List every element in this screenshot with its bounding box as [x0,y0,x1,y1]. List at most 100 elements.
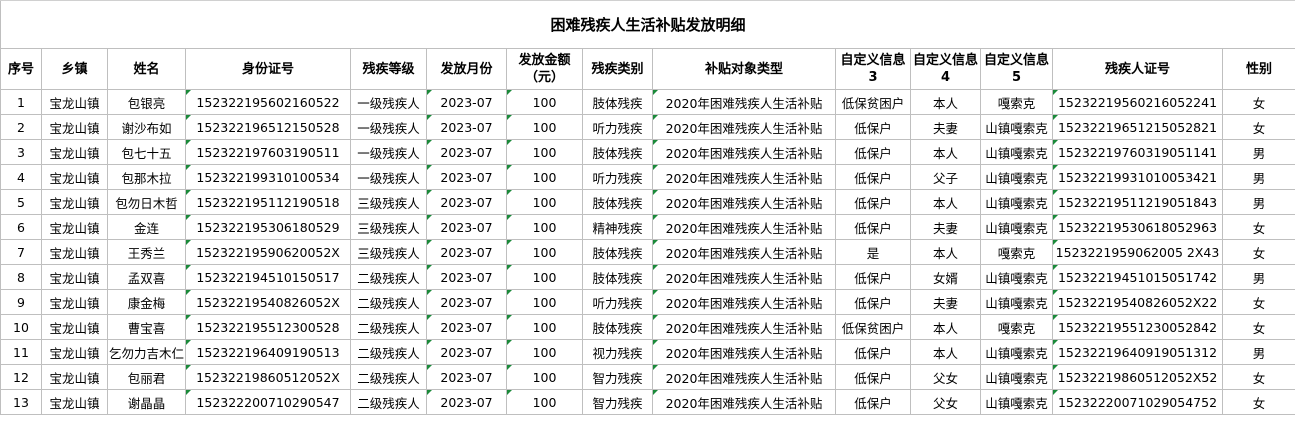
cell-name[interactable]: 康金梅 [107,289,186,315]
cell-name[interactable]: 包勿日木哲 [107,189,186,215]
cell-certificate-number[interactable]: 15232220071029054752 [1052,389,1223,415]
cell-id-number[interactable]: 152322194510150517 [185,264,351,290]
col-header-name[interactable]: 姓名 [107,48,186,90]
cell-id-number[interactable]: 152322195602160522 [185,89,351,115]
cell-name[interactable]: 谢晶晶 [107,389,186,415]
cell-amount[interactable]: 100 [506,339,583,365]
cell-amount[interactable]: 100 [506,314,583,340]
cell-gender[interactable]: 女 [1221,214,1295,240]
cell-index[interactable]: 1 [0,89,42,115]
col-header-custom-info-4[interactable]: 自定义信息4 [910,48,981,90]
cell-town[interactable]: 宝龙山镇 [41,114,108,140]
cell-subsidy-type[interactable]: 2020年困难残疾人生活补贴 [652,214,836,240]
cell-gender[interactable]: 女 [1221,289,1295,315]
cell-certificate-number[interactable]: 15232219530618052963 [1052,214,1223,240]
cell-disability-level[interactable]: 一级残疾人 [350,89,427,115]
cell-certificate-number[interactable]: 1523221959062005 2X43 [1052,239,1223,265]
cell-disability-level[interactable]: 三级残疾人 [350,189,427,215]
cell-gender[interactable]: 女 [1221,364,1295,390]
cell-name[interactable]: 金连 [107,214,186,240]
cell-subsidy-type[interactable]: 2020年困难残疾人生活补贴 [652,339,836,365]
cell-disability-level[interactable]: 一级残疾人 [350,114,427,140]
cell-town[interactable]: 宝龙山镇 [41,364,108,390]
cell-month[interactable]: 2023-07 [426,289,507,315]
cell-name[interactable]: 谢沙布如 [107,114,186,140]
cell-town[interactable]: 宝龙山镇 [41,314,108,340]
cell-disability-level[interactable]: 二级残疾人 [350,339,427,365]
col-header-subsidy-type[interactable]: 补贴对象类型 [652,48,836,90]
cell-custom-info-3[interactable]: 低保户 [835,364,911,390]
cell-custom-info-4[interactable]: 夫妻 [910,214,981,240]
cell-custom-info-4[interactable]: 本人 [910,314,981,340]
col-header-disability-type[interactable]: 残疾类别 [582,48,653,90]
cell-custom-info-3[interactable]: 低保户 [835,114,911,140]
cell-custom-info-5[interactable]: 山镇嘎索克 [980,364,1053,390]
cell-subsidy-type[interactable]: 2020年困难残疾人生活补贴 [652,164,836,190]
cell-custom-info-3[interactable]: 低保户 [835,164,911,190]
cell-gender[interactable]: 女 [1221,89,1295,115]
col-header-certificate-number[interactable]: 残疾人证号 [1052,48,1223,90]
cell-disability-level[interactable]: 三级残疾人 [350,214,427,240]
cell-month[interactable]: 2023-07 [426,114,507,140]
col-header-amount[interactable]: 发放金额（元） [506,48,583,90]
cell-custom-info-5[interactable]: 山镇嘎索克 [980,264,1053,290]
cell-id-number[interactable]: 152322200710290547 [185,389,351,415]
cell-amount[interactable]: 100 [506,264,583,290]
cell-custom-info-3[interactable]: 低保户 [835,214,911,240]
cell-disability-level[interactable]: 二级残疾人 [350,289,427,315]
cell-index[interactable]: 8 [0,264,42,290]
cell-gender[interactable]: 男 [1221,339,1295,365]
cell-custom-info-4[interactable]: 本人 [910,189,981,215]
cell-subsidy-type[interactable]: 2020年困难残疾人生活补贴 [652,264,836,290]
cell-custom-info-4[interactable]: 夫妻 [910,114,981,140]
cell-index[interactable]: 6 [0,214,42,240]
cell-gender[interactable]: 男 [1221,264,1295,290]
cell-index[interactable]: 2 [0,114,42,140]
cell-town[interactable]: 宝龙山镇 [41,239,108,265]
cell-custom-info-3[interactable]: 低保户 [835,289,911,315]
cell-id-number[interactable]: 15232219540826052X [185,289,351,315]
cell-gender[interactable]: 女 [1221,114,1295,140]
cell-custom-info-5[interactable]: 山镇嘎索克 [980,189,1053,215]
cell-subsidy-type[interactable]: 2020年困难残疾人生活补贴 [652,364,836,390]
cell-custom-info-3[interactable]: 低保户 [835,139,911,165]
col-header-custom-info-5[interactable]: 自定义信息5 [980,48,1053,90]
cell-subsidy-type[interactable]: 2020年困难残疾人生活补贴 [652,139,836,165]
cell-disability-type[interactable]: 肢体残疾 [582,314,653,340]
cell-id-number[interactable]: 15232219590620052X [185,239,351,265]
cell-name[interactable]: 包银亮 [107,89,186,115]
cell-amount[interactable]: 100 [506,214,583,240]
cell-gender[interactable]: 女 [1221,239,1295,265]
cell-subsidy-type[interactable]: 2020年困难残疾人生活补贴 [652,389,836,415]
cell-disability-type[interactable]: 听力残疾 [582,289,653,315]
cell-town[interactable]: 宝龙山镇 [41,164,108,190]
cell-disability-level[interactable]: 二级残疾人 [350,364,427,390]
cell-name[interactable]: 乞勿力吉木仁 [107,339,186,365]
cell-id-number[interactable]: 152322199310100534 [185,164,351,190]
cell-index[interactable]: 5 [0,189,42,215]
cell-gender[interactable]: 男 [1221,189,1295,215]
cell-index[interactable]: 3 [0,139,42,165]
cell-disability-type[interactable]: 肢体残疾 [582,89,653,115]
cell-certificate-number[interactable]: 15232219551230052842 [1052,314,1223,340]
cell-town[interactable]: 宝龙山镇 [41,89,108,115]
cell-disability-level[interactable]: 一级残疾人 [350,139,427,165]
cell-town[interactable]: 宝龙山镇 [41,264,108,290]
cell-month[interactable]: 2023-07 [426,364,507,390]
cell-disability-type[interactable]: 肢体残疾 [582,189,653,215]
cell-disability-level[interactable]: 二级残疾人 [350,389,427,415]
cell-disability-type[interactable]: 智力残疾 [582,364,653,390]
cell-id-number[interactable]: 15232219860512052X [185,364,351,390]
cell-id-number[interactable]: 152322195306180529 [185,214,351,240]
cell-subsidy-type[interactable]: 2020年困难残疾人生活补贴 [652,114,836,140]
cell-month[interactable]: 2023-07 [426,214,507,240]
cell-month[interactable]: 2023-07 [426,389,507,415]
col-header-month[interactable]: 发放月份 [426,48,507,90]
cell-custom-info-3[interactable]: 低保户 [835,189,911,215]
cell-custom-info-4[interactable]: 父女 [910,389,981,415]
cell-month[interactable]: 2023-07 [426,339,507,365]
cell-custom-info-5[interactable]: 嘎索克 [980,89,1053,115]
cell-custom-info-5[interactable]: 山镇嘎索克 [980,389,1053,415]
cell-amount[interactable]: 100 [506,239,583,265]
cell-custom-info-5[interactable]: 山镇嘎索克 [980,339,1053,365]
